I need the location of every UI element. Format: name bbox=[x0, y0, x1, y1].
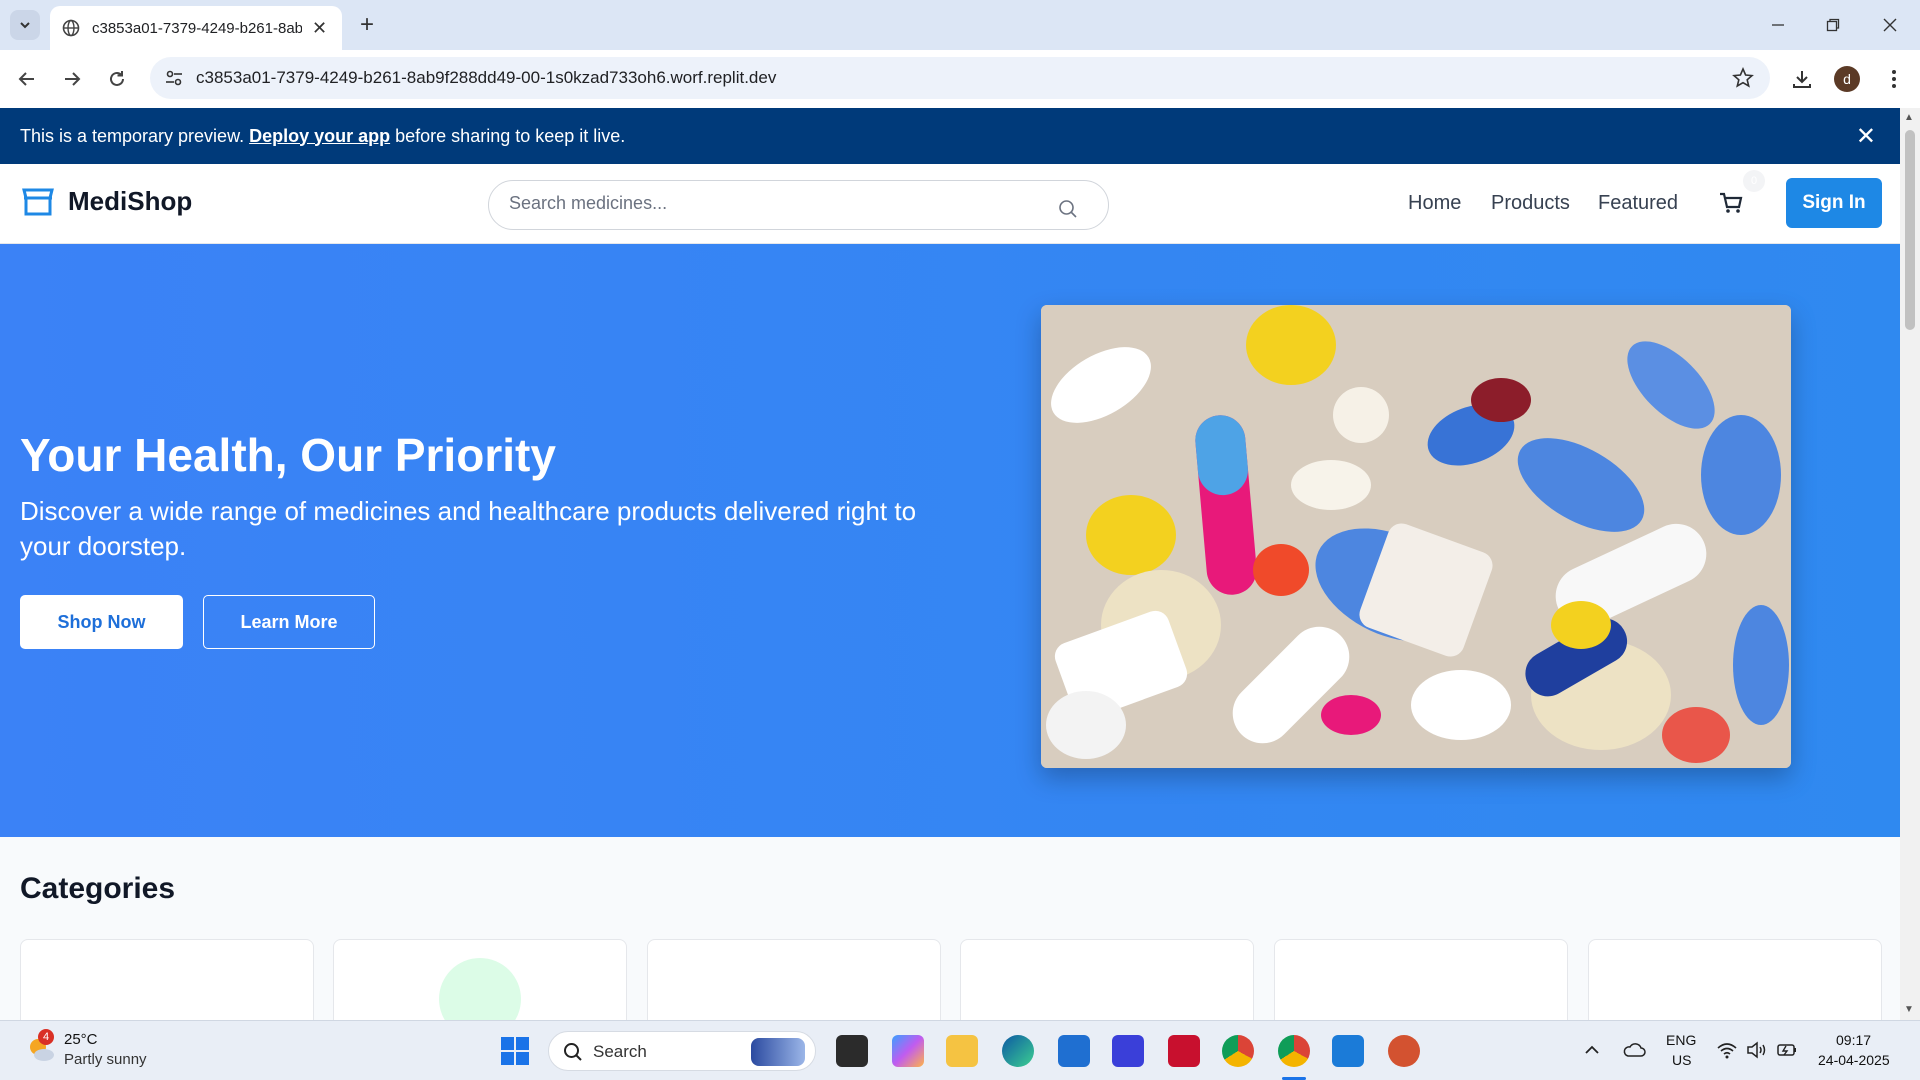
chevron-up-icon[interactable] bbox=[1584, 1043, 1600, 1057]
category-card[interactable] bbox=[20, 939, 314, 1020]
category-card[interactable] bbox=[1588, 939, 1882, 1020]
powerpoint-icon[interactable] bbox=[1388, 1035, 1420, 1067]
scroll-thumb[interactable] bbox=[1905, 130, 1915, 330]
browser-tab-bar: c3853a01-7379-4249-b261-8ab9f288dd49-00-… bbox=[0, 0, 1920, 50]
browser-toolbar: c3853a01-7379-4249-b261-8ab9f288dd49-00-… bbox=[0, 50, 1920, 108]
category-card[interactable] bbox=[333, 939, 627, 1020]
tab-search-dropdown[interactable] bbox=[10, 10, 40, 40]
sign-in-button[interactable]: Sign In bbox=[1786, 178, 1882, 228]
forward-button[interactable] bbox=[57, 64, 87, 94]
microsoft-store-icon[interactable] bbox=[1058, 1035, 1090, 1067]
volume-icon[interactable] bbox=[1746, 1041, 1768, 1059]
more-vertical-icon bbox=[1892, 70, 1896, 88]
scroll-up-icon[interactable]: ▲ bbox=[1904, 112, 1914, 123]
visual-studio-icon[interactable] bbox=[1112, 1035, 1144, 1067]
tab-title: c3853a01-7379-4249-b261-8ab9f288dd49-00-… bbox=[92, 19, 302, 37]
nav-products[interactable]: Products bbox=[1491, 192, 1570, 215]
browser-menu-button[interactable] bbox=[1879, 64, 1909, 94]
edge-icon[interactable] bbox=[1002, 1035, 1034, 1067]
nav-featured[interactable]: Featured bbox=[1598, 192, 1678, 215]
battery-charging-icon[interactable] bbox=[1776, 1041, 1798, 1059]
site-settings-icon[interactable] bbox=[164, 68, 184, 88]
wifi-icon[interactable] bbox=[1716, 1041, 1738, 1059]
search-bar bbox=[488, 180, 1109, 230]
profile-avatar[interactable]: d bbox=[1834, 66, 1860, 92]
arrow-left-icon bbox=[18, 72, 34, 86]
search-input[interactable] bbox=[509, 193, 1029, 214]
banner-close-icon[interactable]: ✕ bbox=[1856, 122, 1876, 151]
chevron-down-icon bbox=[20, 22, 30, 29]
language-bottom[interactable]: US bbox=[1672, 1052, 1691, 1068]
weather-description: Partly sunny bbox=[64, 1051, 147, 1068]
task-view-icon[interactable] bbox=[836, 1035, 868, 1067]
categories-title: Categories bbox=[20, 872, 176, 905]
onedrive-cloud-icon[interactable] bbox=[1622, 1041, 1646, 1059]
page-scrollbar[interactable]: ▲ ▼ bbox=[1900, 108, 1920, 1020]
shopping-cart-icon[interactable] bbox=[1718, 190, 1744, 216]
reload-icon bbox=[110, 71, 124, 86]
shop-now-button[interactable]: Shop Now bbox=[20, 595, 183, 649]
category-icon-circle bbox=[439, 958, 521, 1020]
new-tab-button[interactable]: + bbox=[352, 10, 382, 40]
close-icon bbox=[1883, 18, 1897, 32]
downloads-button[interactable] bbox=[1787, 64, 1817, 94]
hero-subtitle: Discover a wide range of medicines and h… bbox=[20, 496, 917, 561]
chrome-active-icon[interactable] bbox=[1278, 1035, 1310, 1067]
category-card[interactable] bbox=[960, 939, 1254, 1020]
banner-suffix: before sharing to keep it live. bbox=[395, 125, 626, 146]
hero-section: Your Health, Our Priority Discover a wid… bbox=[0, 244, 1900, 837]
weather-temperature: 25°C bbox=[64, 1031, 98, 1048]
search-highlight-image bbox=[751, 1038, 805, 1066]
address-bar[interactable]: c3853a01-7379-4249-b261-8ab9f288dd49-00-… bbox=[150, 57, 1770, 99]
close-window-button[interactable] bbox=[1870, 10, 1910, 40]
scroll-down-icon[interactable]: ▼ bbox=[1904, 1004, 1914, 1015]
preview-banner: This is a temporary preview. Deploy your… bbox=[0, 108, 1900, 164]
bookmark-star-icon[interactable] bbox=[1732, 67, 1754, 89]
store-icon bbox=[22, 188, 54, 215]
site-header: MediShop Home Products Featured 0 Sign I… bbox=[0, 164, 1900, 244]
taskbar-search-label: Search bbox=[593, 1042, 647, 1061]
restore-button[interactable] bbox=[1813, 10, 1853, 40]
learn-more-button[interactable]: Learn More bbox=[203, 595, 375, 649]
tab-close-icon[interactable]: ✕ bbox=[312, 18, 327, 39]
clock-time[interactable]: 09:17 bbox=[1836, 1032, 1871, 1048]
cart-count-badge: 0 bbox=[1743, 170, 1765, 192]
windows-start-icon[interactable] bbox=[500, 1036, 530, 1066]
restore-icon bbox=[1826, 18, 1840, 32]
hero-pills-image bbox=[1041, 305, 1791, 768]
back-button[interactable] bbox=[12, 64, 42, 94]
reload-button[interactable] bbox=[102, 64, 132, 94]
search-icon[interactable] bbox=[1058, 199, 1078, 219]
pills-illustration bbox=[1041, 305, 1791, 768]
nav-home[interactable]: Home bbox=[1408, 192, 1461, 215]
url-text: c3853a01-7379-4249-b261-8ab9f288dd49-00-… bbox=[196, 68, 777, 87]
brand-name: MediShop bbox=[68, 186, 193, 216]
deploy-link[interactable]: Deploy your app bbox=[249, 126, 390, 147]
globe-icon bbox=[62, 19, 80, 37]
minimize-button[interactable] bbox=[1758, 10, 1798, 40]
brand-logo[interactable]: MediShop bbox=[22, 186, 192, 217]
clock-date[interactable]: 24-04-2025 bbox=[1818, 1052, 1890, 1068]
browser-tab[interactable]: c3853a01-7379-4249-b261-8ab9f288dd49-00-… bbox=[50, 6, 342, 50]
file-explorer-icon[interactable] bbox=[946, 1035, 978, 1067]
weather-alert-badge: 4 bbox=[38, 1029, 54, 1045]
category-card[interactable] bbox=[1274, 939, 1568, 1020]
download-icon bbox=[1793, 71, 1811, 88]
banner-prefix: This is a temporary preview. bbox=[20, 125, 245, 146]
arrow-right-icon bbox=[65, 72, 81, 86]
minimize-icon bbox=[1772, 24, 1784, 26]
search-icon bbox=[564, 1043, 582, 1061]
page-viewport: This is a temporary preview. Deploy your… bbox=[0, 108, 1920, 1020]
vscode-icon[interactable] bbox=[1332, 1035, 1364, 1067]
copilot-icon[interactable] bbox=[892, 1035, 924, 1067]
mcafee-icon[interactable] bbox=[1168, 1035, 1200, 1067]
category-card[interactable] bbox=[647, 939, 941, 1020]
taskbar-search[interactable]: Search bbox=[548, 1031, 816, 1071]
windows-taskbar: 4 25°C Partly sunny Search ENG US 09:17 … bbox=[0, 1020, 1920, 1080]
hero-title: Your Health, Our Priority bbox=[20, 429, 556, 481]
chrome-profile-icon[interactable] bbox=[1222, 1035, 1254, 1067]
language-top[interactable]: ENG bbox=[1666, 1032, 1696, 1048]
